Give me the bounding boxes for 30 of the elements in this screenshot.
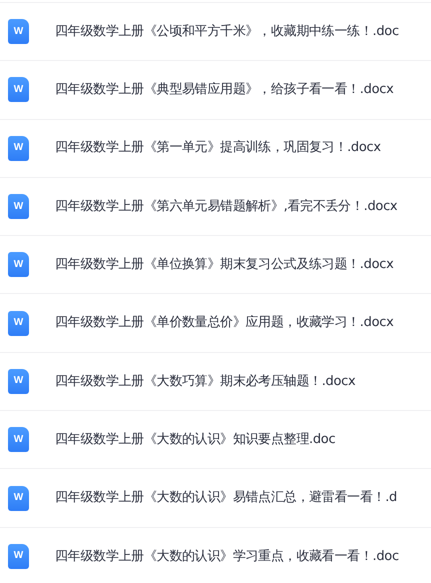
word-document-icon: W	[8, 544, 29, 569]
word-document-icon: W	[8, 310, 29, 336]
file-name: 四年级数学上册《大数的认识》易错点汇总，避雷看一看！.d	[55, 489, 397, 508]
word-document-icon: W	[8, 194, 29, 220]
file-name: 四年级数学上册《大数巧算》期末必考压轴题！.docx	[55, 372, 356, 391]
file-row[interactable]: W 四年级数学上册《单价数量总价》应用题，收藏学习！.docx	[0, 293, 431, 352]
file-name: 四年级数学上册《公顷和平方千米》，收藏期中练一练！.doc	[55, 22, 399, 41]
word-document-icon: W	[8, 368, 29, 394]
file-name: 四年级数学上册《单价数量总价》应用题，收藏学习！.docx	[55, 314, 394, 332]
file-row[interactable]: W 四年级数学上册《大数的认识》易错点汇总，避雷看一看！.d	[0, 468, 431, 527]
file-row[interactable]: W 四年级数学上册《公顷和平方千米》，收藏期中练一练！.doc	[0, 2, 431, 60]
file-name: 四年级数学上册《大数的认识》学习重点，收藏看一看！.doc	[55, 548, 399, 566]
file-name: 四年级数学上册《第一单元》提高训练，巩固复习！.docx	[55, 139, 381, 158]
word-document-icon: W	[8, 19, 29, 44]
file-name: 四年级数学上册《大数的认识》知识要点整理.doc	[55, 430, 336, 449]
file-row[interactable]: W 四年级数学上册《第六单元易错题解析》,看完不丢分！.docx	[0, 176, 431, 236]
file-row[interactable]: W 四年级数学上册《第一单元》提高训练，巩固复习！.docx	[0, 118, 431, 177]
word-document-icon: W	[8, 77, 29, 102]
file-name: 四年级数学上册《单位换算》期末复习公式及练习题！.docx	[55, 256, 394, 274]
word-document-icon: W	[8, 252, 29, 278]
file-row[interactable]: W 四年级数学上册《典型易错应用题》，给孩子看一看！.docx	[0, 60, 431, 119]
word-document-icon: W	[8, 427, 29, 452]
file-row[interactable]: W 四年级数学上册《大数的认识》学习重点，收藏看一看！.doc	[0, 526, 431, 583]
file-row[interactable]: W 四年级数学上册《单位换算》期末复习公式及练习题！.docx	[0, 235, 431, 294]
file-row[interactable]: W 四年级数学上册《大数巧算》期末必考压轴题！.docx	[0, 352, 431, 410]
file-name: 四年级数学上册《典型易错应用题》，给孩子看一看！.docx	[55, 81, 394, 100]
file-row[interactable]: W 四年级数学上册《大数的认识》知识要点整理.doc	[0, 410, 431, 468]
word-document-icon: W	[8, 136, 29, 161]
word-document-icon: W	[8, 486, 29, 511]
file-name: 四年级数学上册《第六单元易错题解析》,看完不丢分！.docx	[55, 198, 398, 216]
